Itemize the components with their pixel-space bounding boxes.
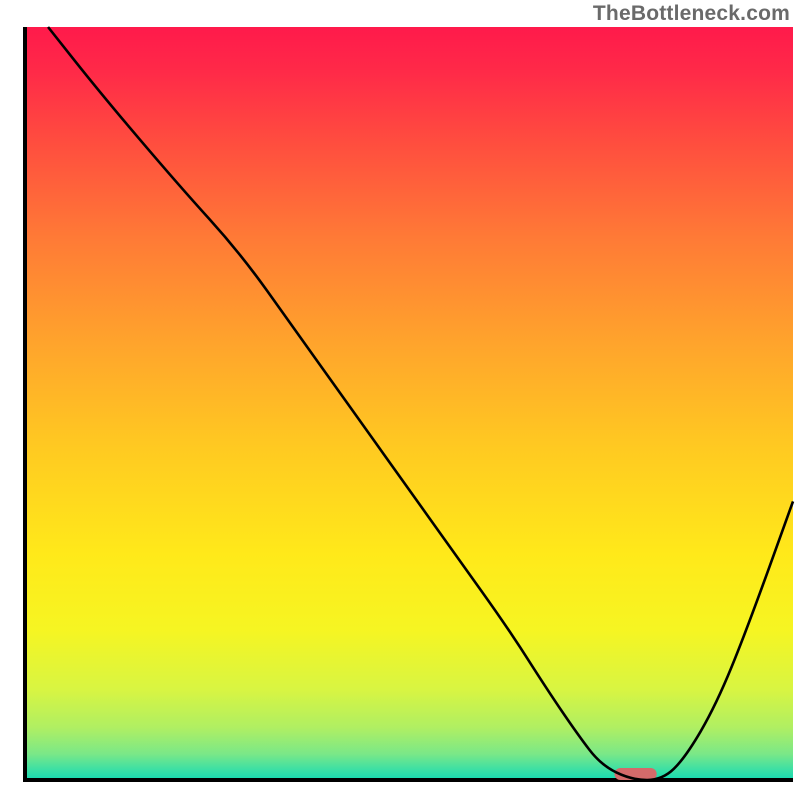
chart-svg xyxy=(0,0,800,800)
